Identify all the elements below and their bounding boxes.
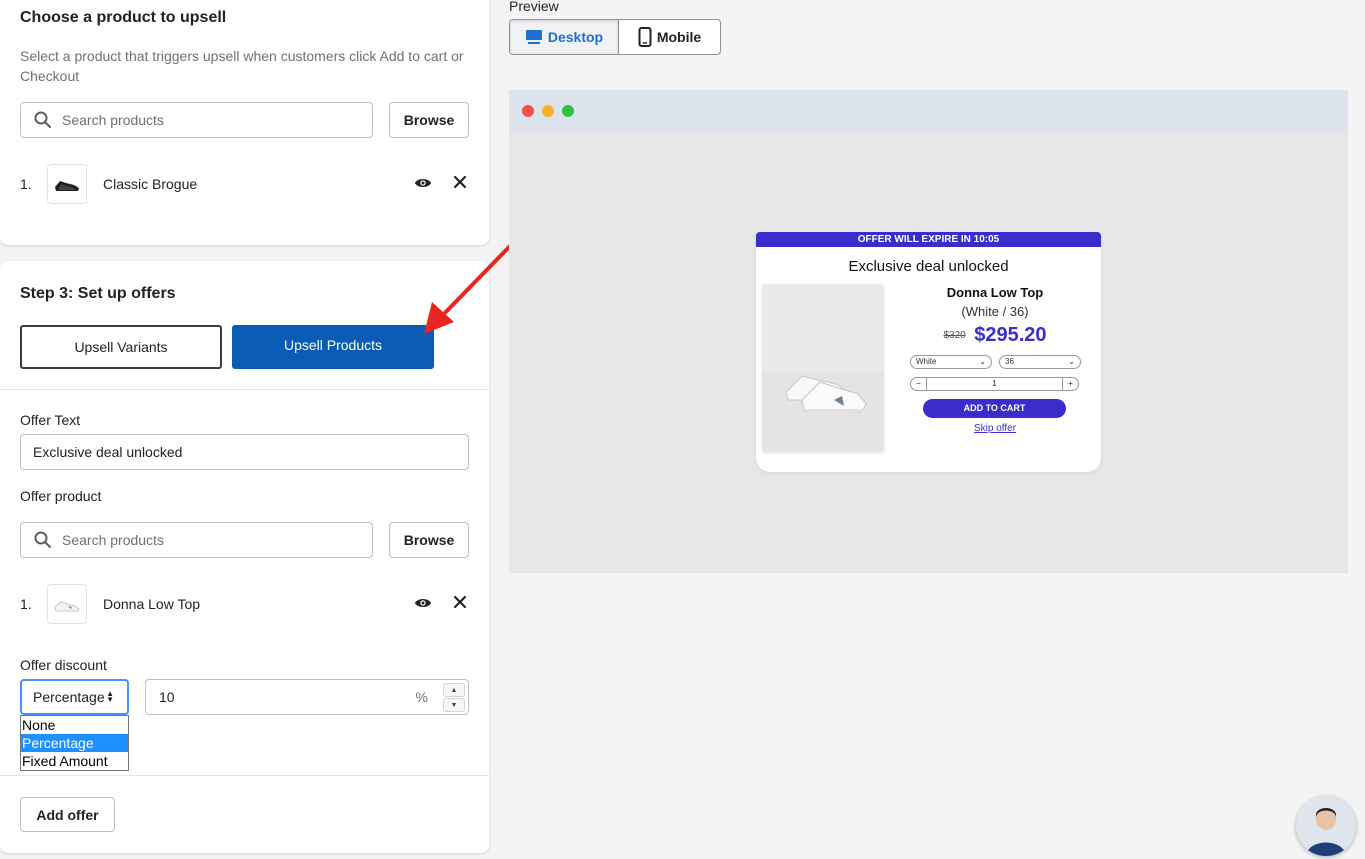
device-toggle: Desktop Mobile — [509, 19, 721, 55]
offer-product-search-input[interactable]: Search products — [20, 522, 373, 558]
offer-product-label: Offer product — [20, 488, 102, 504]
size-value: 36 — [1005, 357, 1014, 366]
list-item: 1. Donna Low Top — [20, 584, 470, 624]
preview-label: Preview — [509, 0, 559, 14]
tab-desktop[interactable]: Desktop — [510, 20, 619, 54]
section-description: Select a product that triggers upsell wh… — [20, 48, 464, 84]
product-thumbnail — [47, 164, 87, 204]
discount-type-dropdown[interactable]: None Percentage Fixed Amount — [20, 715, 129, 771]
sneaker-icon — [54, 601, 80, 612]
color-value: White — [916, 357, 937, 366]
item-index: 1. — [20, 596, 32, 612]
tab-upsell-variants[interactable]: Upsell Variants — [20, 325, 222, 369]
sneaker-image — [785, 375, 867, 413]
search-icon — [34, 111, 51, 128]
discount-unit: % — [415, 689, 428, 705]
search-icon — [34, 531, 51, 548]
divider — [0, 775, 489, 776]
dropdown-option-none[interactable]: None — [21, 716, 128, 734]
discount-type-select[interactable]: Percentage ▲ ▼ — [20, 679, 129, 715]
tab-mobile[interactable]: Mobile — [619, 20, 720, 54]
popup-title: Exclusive deal unlocked — [848, 258, 1009, 275]
support-avatar[interactable] — [1296, 796, 1356, 856]
search-placeholder: Search products — [62, 112, 164, 128]
upsell-popup: OFFER WILL EXPIRE IN 10:05 Exclusive dea… — [756, 232, 1101, 472]
select-arrows-icon: ▲ ▼ — [106, 689, 114, 704]
qty-plus-button[interactable]: + — [1062, 378, 1078, 390]
offer-text-label: Offer Text — [20, 412, 81, 428]
maximize-dot-icon — [562, 105, 574, 117]
close-icon[interactable] — [453, 175, 467, 189]
browser-title-bar — [509, 90, 1348, 132]
discount-value: 10 — [159, 689, 175, 705]
add-offer-button[interactable]: Add offer — [20, 797, 115, 832]
dropdown-option-percentage[interactable]: Percentage — [21, 734, 128, 752]
discount-value-field[interactable]: 10 % ▲ ▼ — [145, 679, 469, 715]
offer-timer: OFFER WILL EXPIRE IN 10:05 — [756, 232, 1101, 247]
new-price: $295.20 — [974, 324, 1047, 346]
mobile-label: Mobile — [656, 29, 702, 45]
step-title: Step 3: Set up offers — [20, 285, 176, 302]
discount-type-value: Percentage — [33, 689, 105, 705]
old-price: $320 — [943, 330, 966, 341]
support-person-icon — [1306, 808, 1346, 856]
choose-product-card: Choose a product to upsell Select a prod… — [0, 0, 489, 245]
dropdown-option-fixed-amount[interactable]: Fixed Amount — [21, 752, 128, 770]
add-to-cart-button[interactable]: ADD TO CART — [923, 399, 1066, 418]
qty-minus-button[interactable]: − — [911, 378, 927, 390]
shoe-icon — [55, 181, 79, 191]
chevron-down-icon: ⌄ — [979, 357, 986, 366]
annotation-arrow-icon — [424, 243, 513, 334]
offer-text-field[interactable]: Exclusive deal unlocked — [20, 434, 469, 470]
eye-icon[interactable] — [414, 594, 432, 612]
close-icon[interactable] — [453, 595, 467, 609]
eye-icon[interactable] — [414, 174, 432, 192]
section-title: Choose a product to upsell — [20, 9, 227, 26]
offer-discount-label: Offer discount — [20, 657, 107, 673]
size-select[interactable]: 36 ⌄ — [999, 355, 1081, 369]
quantity-stepper[interactable]: − 1 + — [910, 377, 1079, 391]
popup-product-name: Donna Low Top — [946, 285, 1044, 300]
offer-browse-button[interactable]: Browse — [389, 522, 469, 558]
search-placeholder: Search products — [62, 532, 164, 548]
close-dot-icon — [522, 105, 534, 117]
chevron-down-icon: ⌄ — [1068, 357, 1075, 366]
mobile-icon — [638, 27, 652, 47]
increment-button[interactable]: ▲ — [443, 683, 465, 697]
skip-offer-link[interactable]: Skip offer — [906, 423, 1084, 434]
list-item: 1. Classic Brogue — [20, 164, 470, 204]
browse-button[interactable]: Browse — [389, 102, 469, 138]
qty-value[interactable]: 1 — [911, 378, 1078, 390]
minimize-dot-icon — [542, 105, 554, 117]
desktop-icon — [525, 30, 542, 44]
popup-variant: (White / 36) — [961, 304, 1029, 319]
search-input[interactable]: Search products — [20, 102, 373, 138]
product-thumbnail — [47, 584, 87, 624]
item-index: 1. — [20, 176, 32, 192]
desktop-label: Desktop — [547, 29, 604, 45]
color-select[interactable]: White ⌄ — [910, 355, 992, 369]
divider — [0, 389, 489, 390]
tab-upsell-products[interactable]: Upsell Products — [232, 325, 434, 369]
product-image — [762, 284, 884, 452]
decrement-button[interactable]: ▼ — [443, 698, 465, 712]
popup-prices: $320 $295.20 — [906, 324, 1084, 347]
